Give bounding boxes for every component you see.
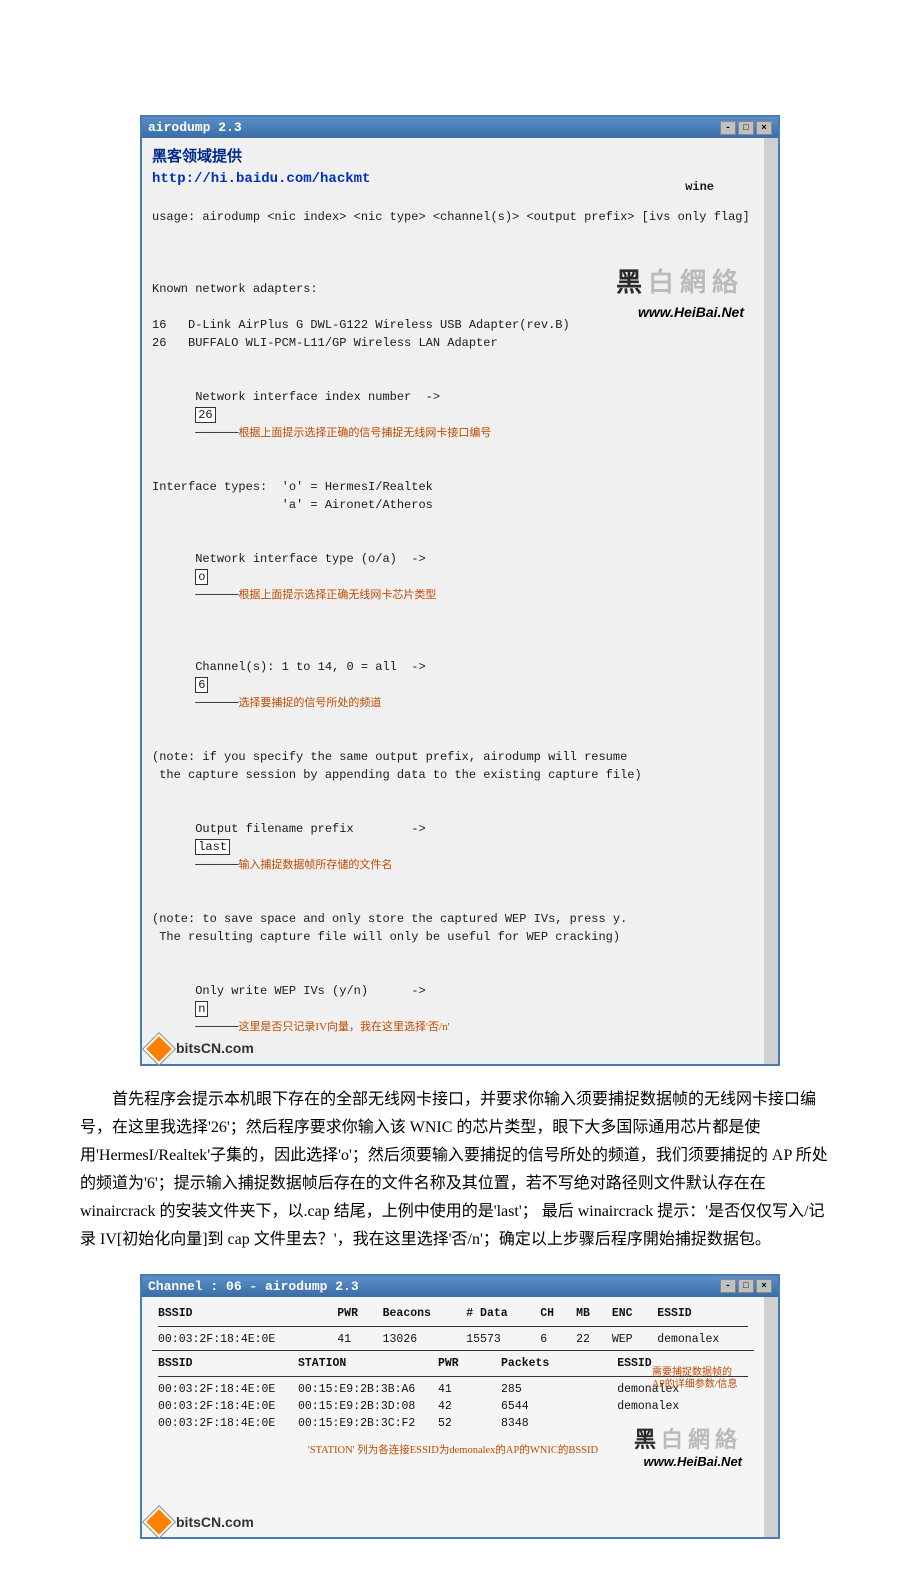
iface-types: Interface types: 'o' = HermesI/Realtek '…	[152, 478, 754, 514]
close-icon[interactable]: ×	[756, 121, 772, 135]
close-icon[interactable]: ×	[756, 1279, 772, 1293]
annotation: 根据上面提示选择正确的信号捕捉无线网卡接口编号	[238, 427, 491, 439]
window-buttons: - □ ×	[720, 121, 772, 135]
channel-line: Channel(s): 1 to 14, 0 = all -> 6 ──────…	[152, 640, 754, 730]
terminal-area: 黑客领域提供 http://hi.baidu.com/hackmt wine 黑…	[142, 138, 778, 1064]
nic-index-line: Network interface index number -> 26 ───…	[152, 370, 754, 460]
table-row: 00:03:2F:18:4E:0E 00:15:E9:2B:3D:08 42 6…	[152, 1398, 754, 1415]
titlebar: airodump 2.3 - □ ×	[142, 117, 778, 138]
minimize-icon[interactable]: -	[720, 1279, 736, 1293]
nic-index-input[interactable]: 26	[195, 407, 215, 423]
window-title: airodump 2.3	[148, 120, 242, 135]
annotation: 这里是否只记录IV向量，我在这里选择'否/n'	[238, 1021, 449, 1033]
airodump-capture-window: Channel : 06 - airodump 2.3 - □ × BSSID …	[140, 1274, 780, 1539]
note: (note: to save space and only store the …	[152, 910, 754, 946]
usage-line: usage: airodump <nic index> <nic type> <…	[152, 208, 754, 226]
adapter-row: 26 BUFFALO WLI-PCM-L11/GP Wireless LAN A…	[152, 334, 754, 352]
diamond-icon	[143, 1506, 174, 1537]
note: (note: if you specify the same output pr…	[152, 748, 754, 784]
annotation: 选择要捕捉的信号所处的频道	[238, 697, 381, 709]
airodump-config-window: airodump 2.3 - □ × 黑客领域提供 http://hi.baid…	[140, 115, 780, 1066]
watermark: 黑白網絡 www.HeiBai.Net	[634, 1422, 742, 1469]
minimize-icon[interactable]: -	[720, 121, 736, 135]
maximize-icon[interactable]: □	[738, 1279, 754, 1293]
body-paragraph: 首先程序会提示本机眼下存在的全部无线网卡接口，并要求你输入须要捕捉数据帧的无线网…	[80, 1086, 840, 1254]
output-line: Output filename prefix -> last ──────输入捕…	[152, 802, 754, 892]
annotation: 根据上面提示选择正确无线网卡芯片类型	[238, 589, 436, 601]
watermark-url: www.HeiBai.Net	[634, 1454, 742, 1469]
header-url: http://hi.baidu.com/hackmt	[152, 169, 754, 190]
table-row: 00:03:2F:18:4E:0E 41 13026 15573 6 22 WE…	[152, 1331, 754, 1348]
table-header-row: BSSID PWR Beacons # Data CH MB ENC ESSID	[152, 1305, 754, 1322]
window-title: Channel : 06 - airodump 2.3	[148, 1279, 359, 1294]
nic-type-input[interactable]: o	[195, 569, 208, 585]
watermark-url: www.HeiBai.Net	[616, 302, 744, 323]
output-input[interactable]: last	[195, 839, 230, 855]
footer-logo: bitsCN.com	[148, 1511, 254, 1533]
header-cn: 黑客领域提供	[152, 146, 754, 169]
titlebar: Channel : 06 - airodump 2.3 - □ ×	[142, 1276, 778, 1297]
ap-table: BSSID PWR Beacons # Data CH MB ENC ESSID…	[152, 1305, 754, 1348]
footer-logo: bitsCN.com	[148, 1038, 254, 1060]
window-buttons: - □ ×	[720, 1279, 772, 1293]
annotation: 输入捕捉数据帧所存储的文件名	[238, 859, 392, 871]
wine-label: wine	[685, 178, 714, 196]
diamond-icon	[143, 1033, 174, 1064]
annotation: 需要捕捉数据帧的AP的详细参数/信息	[652, 1367, 742, 1391]
capture-area: BSSID PWR Beacons # Data CH MB ENC ESSID…	[142, 1297, 778, 1537]
channel-input[interactable]: 6	[195, 677, 208, 693]
nic-type-line: Network interface type (o/a) -> o ──────…	[152, 532, 754, 622]
maximize-icon[interactable]: □	[738, 121, 754, 135]
ivs-input[interactable]: n	[195, 1001, 208, 1017]
watermark: 黑白網絡 www.HeiBai.Net	[616, 263, 744, 323]
